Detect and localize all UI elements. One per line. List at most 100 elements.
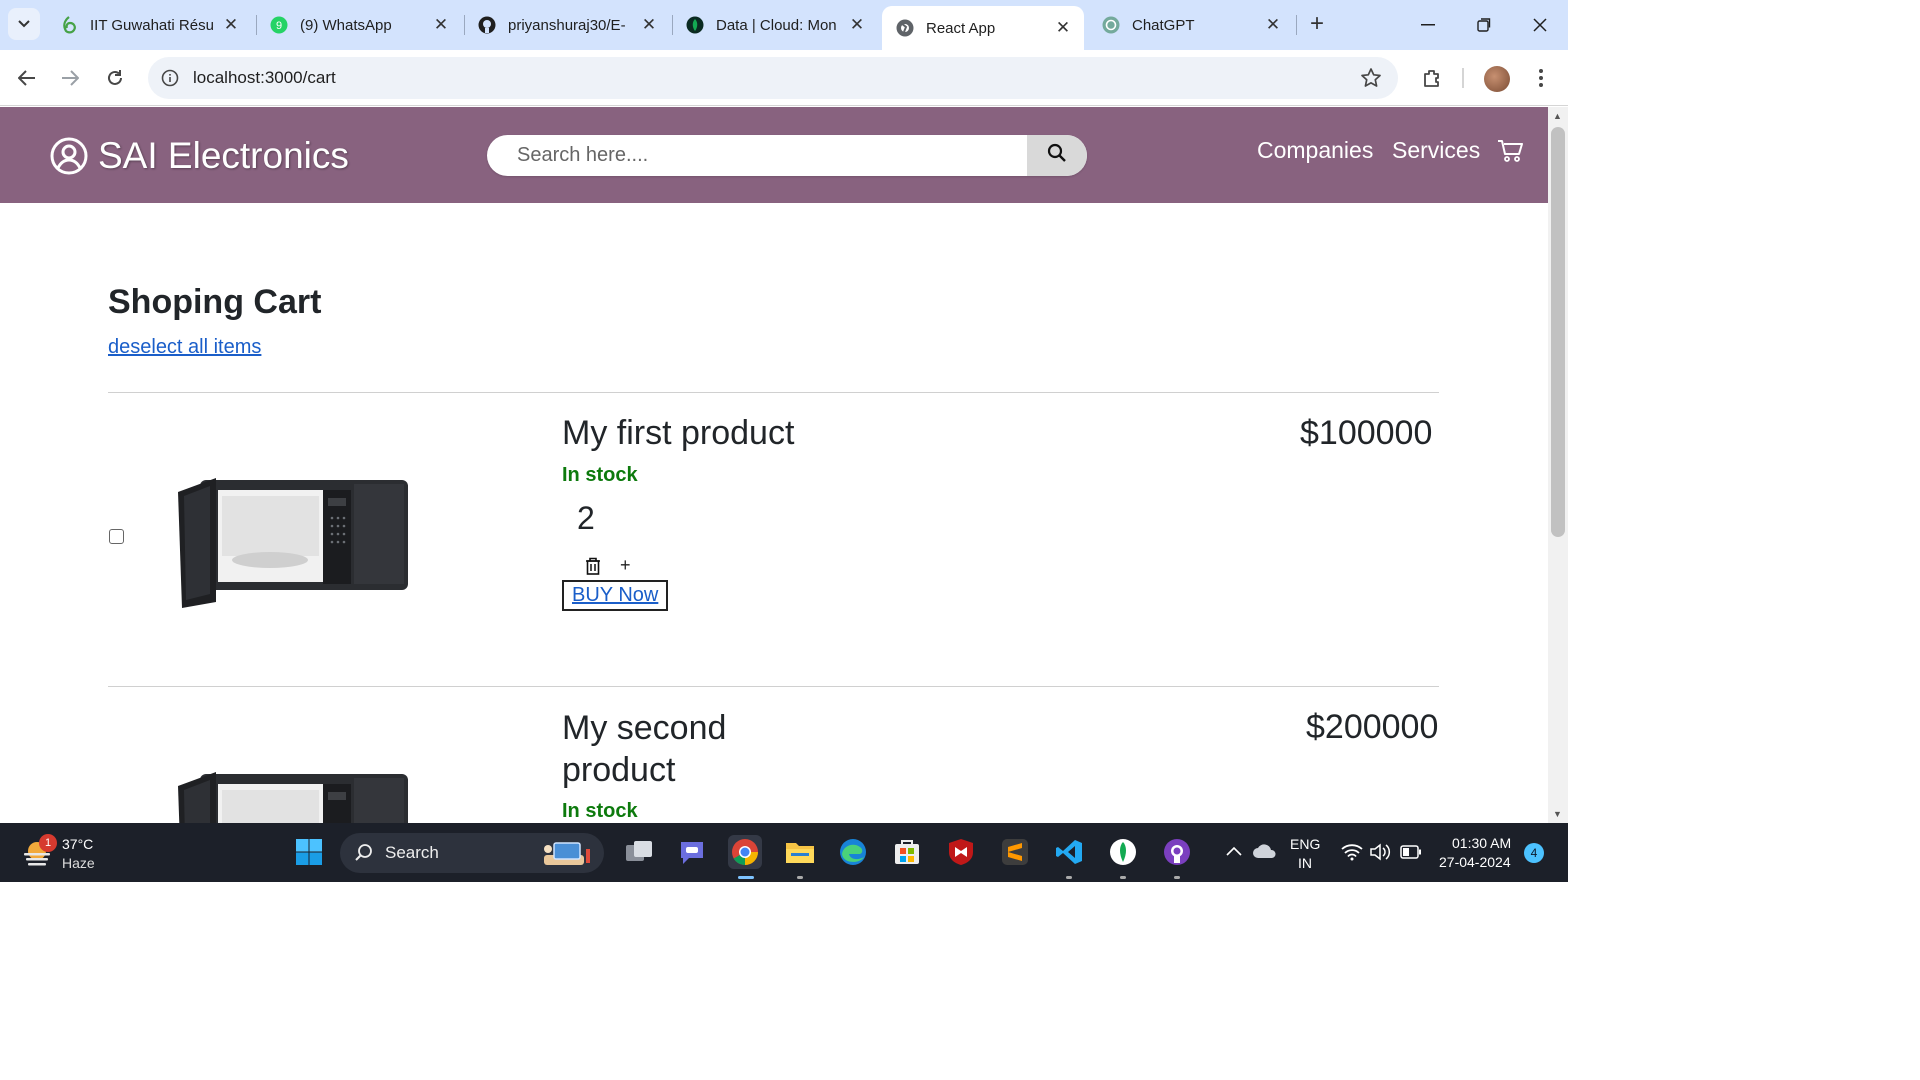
buy-now-button[interactable]: BUY Now (562, 580, 669, 611)
search-button[interactable] (1027, 135, 1087, 176)
volume-icon[interactable] (1369, 843, 1391, 866)
language-indicator-bottom[interactable]: IN (1298, 855, 1312, 871)
minimize-button[interactable] (1400, 0, 1456, 50)
tab-title: React App (926, 19, 996, 37)
clock-date[interactable]: 27-04-2024 (1439, 854, 1511, 870)
language-indicator-top[interactable]: ENG (1290, 836, 1320, 852)
tab-title: IIT Guwahati Résu (90, 16, 214, 34)
notification-count-badge[interactable]: 4 (1524, 843, 1544, 863)
wifi-icon[interactable] (1341, 843, 1363, 866)
running-app-indicator (1066, 876, 1072, 879)
stock-status: In stock (562, 464, 638, 486)
github-desktop-icon[interactable] (1160, 835, 1194, 869)
tab-separator (1296, 15, 1297, 35)
product-title[interactable]: My first product (562, 412, 794, 454)
close-tab-icon[interactable]: ✕ (1264, 15, 1282, 35)
product-title[interactable]: My second product (562, 707, 802, 791)
sublime-text-icon[interactable] (998, 835, 1032, 869)
mcafee-icon[interactable] (944, 835, 978, 869)
divider (108, 392, 1439, 393)
divider (108, 686, 1439, 687)
page-title: Shoping Cart (108, 283, 322, 321)
onedrive-cloud-icon[interactable] (1252, 842, 1278, 865)
windows-start-icon[interactable] (292, 835, 326, 869)
user-circle-icon (50, 137, 88, 175)
deselect-all-link[interactable]: deselect all items (108, 336, 261, 359)
address-bar[interactable]: localhost:3000/cart (148, 57, 1398, 99)
site-navbar: SAI Electronics Companies Services (0, 107, 1548, 203)
tab-title: priyanshuraj30/E- (508, 16, 626, 34)
cart-icon[interactable] (1497, 139, 1523, 168)
taskbar-search-label: Search (385, 843, 439, 862)
edge-icon[interactable] (836, 835, 870, 869)
svg-text:9: 9 (276, 20, 282, 32)
overleaf-icon (60, 16, 78, 34)
page-scrollbar[interactable]: ▲ ▼ (1548, 107, 1568, 823)
microsoft-store-icon[interactable] (890, 835, 924, 869)
site-info-icon[interactable] (160, 68, 180, 88)
search-highlight-icon (540, 839, 596, 874)
stock-status: In stock (562, 800, 638, 822)
close-tab-icon[interactable]: ✕ (1054, 18, 1072, 38)
globe-icon (896, 19, 914, 37)
browser-menu-icon[interactable] (1525, 62, 1557, 94)
clock-time[interactable]: 01:30 AM (1452, 835, 1511, 851)
mongodb-compass-icon[interactable] (1106, 835, 1140, 869)
active-app-indicator (738, 876, 754, 879)
extensions-icon[interactable] (1416, 62, 1448, 94)
tab-resume[interactable]: IIT Guwahati Résu ✕ (46, 6, 252, 44)
scroll-down-arrow-icon[interactable]: ▼ (1553, 809, 1562, 819)
product-image-microwave (178, 472, 414, 613)
chevron-down-icon (18, 15, 30, 33)
new-tab-button[interactable]: + (1302, 10, 1332, 40)
bookmark-star-icon[interactable] (1360, 67, 1382, 94)
weather-description: Haze (62, 855, 95, 871)
chrome-icon[interactable] (728, 835, 762, 869)
back-button[interactable] (11, 62, 43, 94)
show-hidden-icons-chevron-up-icon[interactable] (1226, 843, 1242, 861)
close-tab-icon[interactable]: ✕ (640, 15, 658, 35)
battery-icon[interactable] (1400, 845, 1422, 864)
scroll-up-arrow-icon[interactable]: ▲ (1553, 111, 1562, 121)
close-tab-icon[interactable]: ✕ (222, 15, 240, 35)
tab-whatsapp[interactable]: 9 (9) WhatsApp ✕ (256, 6, 462, 44)
task-view-icon[interactable] (622, 835, 656, 869)
browser-toolbar: localhost:3000/cart (0, 50, 1568, 106)
teams-chat-icon[interactable] (675, 835, 709, 869)
item-checkbox[interactable] (109, 529, 124, 544)
nav-companies[interactable]: Companies (1257, 137, 1373, 164)
forward-button[interactable] (54, 62, 86, 94)
nav-services[interactable]: Services (1392, 137, 1480, 164)
tab-title: Data | Cloud: Mon (716, 16, 837, 34)
tab-search-button[interactable] (8, 8, 40, 40)
chatgpt-icon (1102, 16, 1120, 34)
restore-button[interactable] (1456, 0, 1512, 50)
close-tab-icon[interactable]: ✕ (432, 15, 450, 35)
weather-widget[interactable]: 1 37°C Haze (22, 833, 132, 873)
trash-icon[interactable] (585, 557, 601, 580)
profile-avatar[interactable] (1484, 66, 1510, 92)
close-window-button[interactable] (1512, 0, 1568, 50)
page-viewport: SAI Electronics Companies Services Shopi… (0, 107, 1548, 823)
tab-title: ChatGPT (1132, 16, 1195, 34)
product-image-microwave (178, 766, 414, 823)
tab-chatgpt[interactable]: ChatGPT ✕ (1088, 6, 1294, 44)
tab-react-app[interactable]: React App ✕ (882, 6, 1084, 50)
brand[interactable]: SAI Electronics (50, 135, 349, 177)
scrollbar-thumb[interactable] (1551, 127, 1565, 537)
quantity-value: 2 (577, 500, 595, 536)
product-price: $200000 (1306, 708, 1439, 746)
vscode-icon[interactable] (1052, 835, 1086, 869)
url-text[interactable]: localhost:3000/cart (193, 68, 336, 88)
search-input[interactable] (487, 135, 1027, 176)
increase-quantity-button[interactable]: + (620, 555, 631, 576)
file-explorer-icon[interactable] (783, 835, 817, 869)
product-price: $100000 (1300, 414, 1433, 452)
whatsapp-icon: 9 (270, 16, 288, 34)
tab-github[interactable]: priyanshuraj30/E- ✕ (464, 6, 670, 44)
close-tab-icon[interactable]: ✕ (848, 15, 866, 35)
toolbar-divider (1462, 68, 1464, 88)
taskbar-search[interactable]: Search (340, 833, 604, 873)
tab-mongodb[interactable]: Data | Cloud: Mon ✕ (672, 6, 878, 44)
reload-button[interactable] (99, 62, 131, 94)
